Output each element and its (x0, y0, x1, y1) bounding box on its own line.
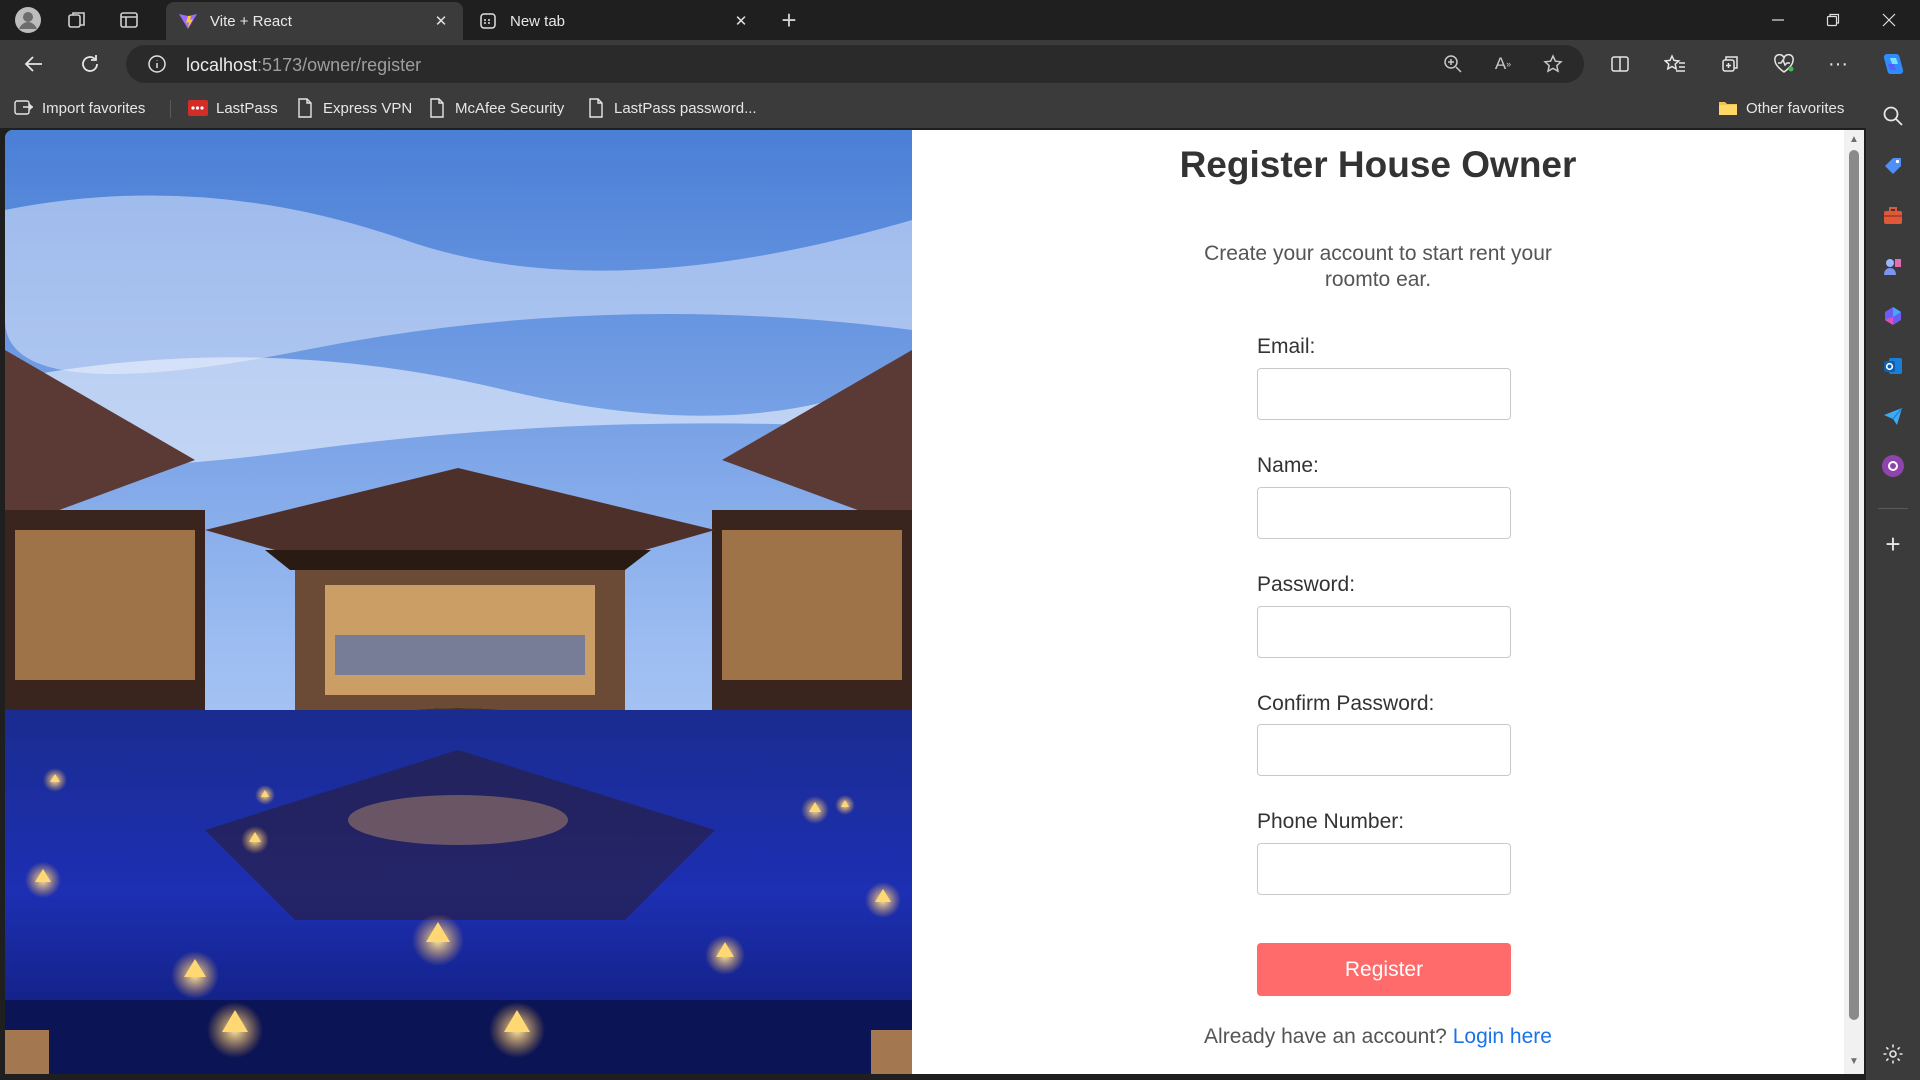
favorite-lastpass[interactable]: LastPass (188, 96, 278, 120)
tab-vite-react[interactable]: Vite + React ✕ (166, 2, 463, 40)
back-icon[interactable] (16, 48, 52, 80)
confirm-password-input[interactable] (1257, 724, 1511, 776)
profile-avatar-icon[interactable] (14, 6, 42, 34)
login-prompt-text: Already have an account? (1204, 1025, 1447, 1048)
new-tab-plus-icon[interactable]: + (775, 5, 803, 35)
games-icon[interactable] (1879, 252, 1907, 280)
send-telegram-icon[interactable] (1879, 402, 1907, 430)
sidebar-settings-gear-icon[interactable] (1879, 1040, 1907, 1068)
vite-logo-icon (178, 11, 198, 31)
favorite-label: McAfee Security (455, 99, 565, 117)
browser-essentials-icon[interactable] (1766, 48, 1802, 80)
restore-icon[interactable] (1806, 0, 1860, 40)
tab-actions-icon[interactable] (115, 6, 143, 34)
phone-number-input[interactable] (1257, 843, 1511, 895)
confirm-password-label: Confirm Password: (1257, 692, 1435, 715)
close-window-icon[interactable] (1862, 0, 1916, 40)
import-icon (14, 98, 34, 118)
url-text[interactable]: localhost:5173/owner/register (186, 55, 421, 76)
email-label: Email: (1257, 335, 1316, 358)
favorite-lastpass-password[interactable]: LastPass password... (586, 96, 757, 120)
favorite-label: Import favorites (42, 99, 146, 117)
name-label: Name: (1257, 454, 1319, 477)
add-sidebar-app-icon[interactable]: + (1879, 529, 1907, 559)
outlook-icon[interactable] (1879, 352, 1907, 380)
lastpass-icon (188, 98, 208, 118)
resort-hero-image (5, 130, 912, 1074)
extension-circle-icon[interactable] (1879, 452, 1907, 480)
favorite-express-vpn[interactable]: Express VPN (295, 96, 412, 120)
favorite-label: LastPass (216, 99, 278, 117)
page-subtitle: Create your account to start rent your r… (1204, 242, 1552, 291)
tab-strip: Vite + React ✕ New tab ✕ + (0, 0, 1920, 40)
page-scrollbar[interactable]: ▲ ▼ (1844, 130, 1864, 1074)
new-tab-icon (478, 11, 498, 31)
collections-icon[interactable] (1712, 48, 1748, 80)
address-bar[interactable]: localhost:5173/owner/register A» (126, 45, 1584, 83)
register-form-panel: Register House Owner Create your account… (912, 130, 1844, 1074)
login-link[interactable]: Login here (1453, 1025, 1552, 1048)
copilot-icon[interactable] (1879, 50, 1907, 78)
favorite-label: Other favorites (1746, 99, 1845, 117)
password-label: Password: (1257, 573, 1356, 596)
scroll-down-arrow-icon[interactable]: ▼ (1848, 1056, 1860, 1068)
zoom-icon[interactable] (1438, 50, 1468, 78)
favorite-import-favorites[interactable]: Import favorites (14, 96, 145, 120)
close-tab-icon[interactable]: ✕ (431, 11, 451, 31)
minimize-icon[interactable] (1751, 0, 1805, 40)
page-icon (427, 98, 447, 118)
more-options-icon[interactable]: ··· (1820, 48, 1856, 80)
workspaces-icon[interactable] (63, 6, 91, 34)
site-info-icon[interactable] (142, 50, 172, 78)
split-screen-icon[interactable] (1602, 48, 1638, 80)
email-input[interactable] (1257, 368, 1511, 420)
name-input[interactable] (1257, 487, 1511, 539)
page-icon (295, 98, 315, 118)
refresh-icon[interactable] (72, 48, 108, 80)
page-title: Register House Owner (1179, 144, 1577, 185)
favorites-divider (170, 100, 171, 118)
scrollbar-thumb[interactable] (1849, 150, 1859, 1020)
favorite-star-icon[interactable] (1538, 50, 1568, 78)
folder-icon (1718, 98, 1738, 118)
scroll-up-arrow-icon[interactable]: ▲ (1848, 134, 1860, 146)
read-aloud-icon[interactable]: A» (1488, 50, 1518, 78)
tab-new-tab[interactable]: New tab ✕ (466, 2, 763, 40)
favorite-label: Express VPN (323, 99, 413, 117)
tab-title: Vite + React (210, 12, 292, 30)
tab-title: New tab (510, 12, 566, 30)
page-icon (586, 98, 606, 118)
favorite-label: LastPass password... (614, 99, 757, 117)
favorites-icon[interactable] (1657, 48, 1693, 80)
favorite-mcafee-security[interactable]: McAfee Security (427, 96, 564, 120)
tools-briefcase-icon[interactable] (1879, 202, 1907, 230)
login-prompt: Already have an account? Login here (912, 1025, 1844, 1049)
shopping-tag-icon[interactable] (1879, 152, 1907, 180)
page-viewport: Register House Owner Create your account… (5, 130, 1864, 1074)
navigation-bar: localhost:5173/owner/register A» ··· (0, 40, 1920, 88)
favorites-bar: Import favorites LastPass Express VPN Mc… (0, 88, 1920, 128)
password-input[interactable] (1257, 606, 1511, 658)
close-tab-icon[interactable]: ✕ (731, 11, 751, 31)
edge-sidebar: + (1866, 40, 1920, 1080)
other-favorites-folder[interactable]: Other favorites (1718, 96, 1844, 120)
register-button[interactable]: Register (1257, 943, 1511, 996)
search-icon[interactable] (1879, 102, 1907, 130)
sidebar-divider (1878, 508, 1908, 509)
phone-number-label: Phone Number: (1257, 810, 1405, 833)
microsoft-365-icon[interactable] (1879, 302, 1907, 330)
